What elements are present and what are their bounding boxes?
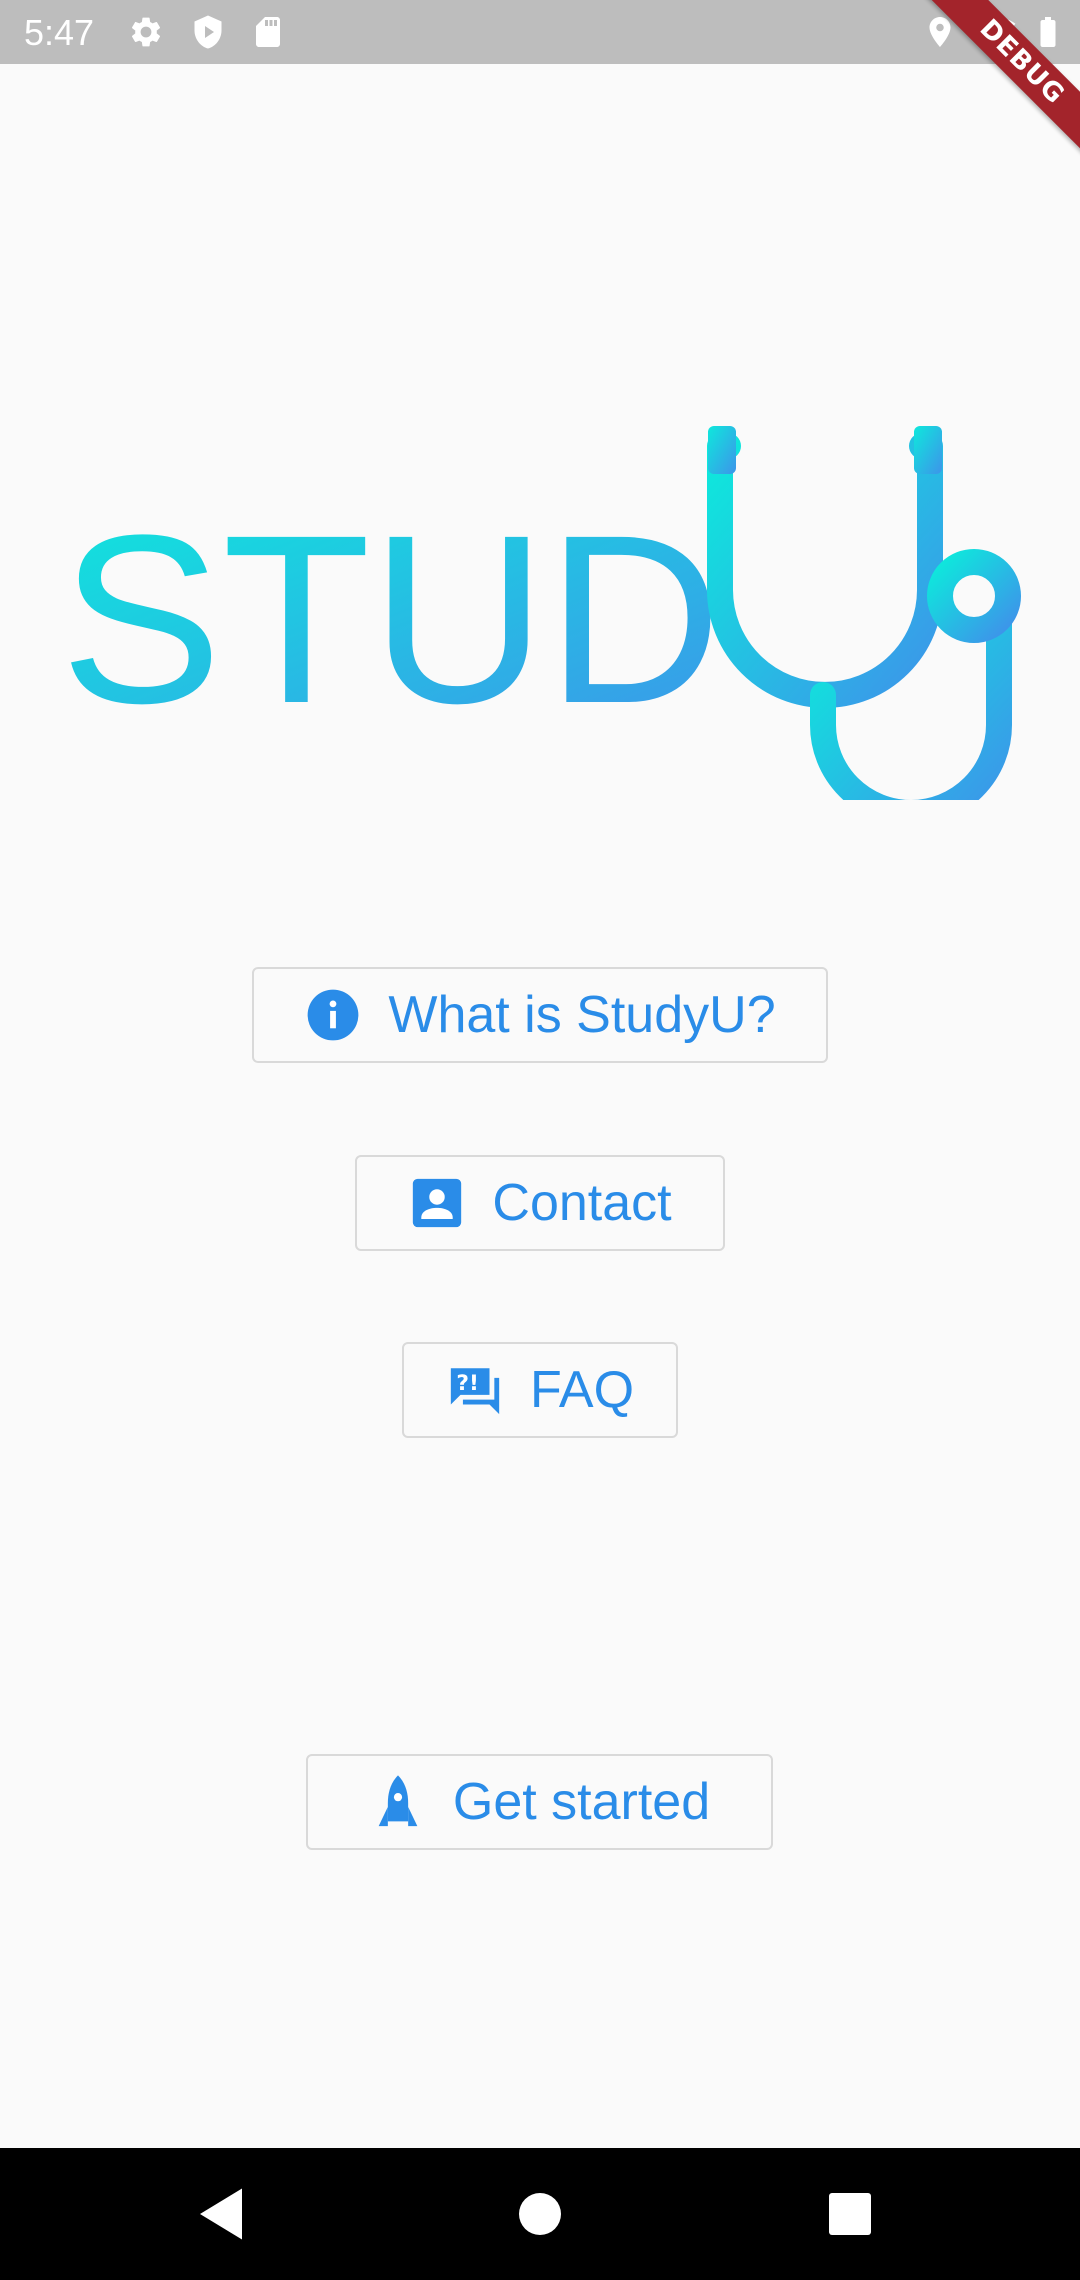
system-nav-bar xyxy=(0,2148,1080,2280)
what-is-studyu-label: What is StudyU? xyxy=(388,986,776,1044)
wifi-icon xyxy=(980,14,1016,50)
shield-play-icon xyxy=(190,14,226,50)
status-time: 5:47 xyxy=(24,12,95,53)
stethoscope-icon xyxy=(707,433,1021,800)
logo-text: STUD xyxy=(60,485,722,753)
location-icon xyxy=(922,14,958,50)
back-icon[interactable] xyxy=(188,2178,260,2250)
question-chat-icon: ?! xyxy=(446,1361,504,1419)
svg-text:?!: ?! xyxy=(456,1371,479,1396)
battery-icon xyxy=(1030,14,1066,50)
studyu-logo: STUD xyxy=(60,420,1040,800)
rocket-icon xyxy=(369,1773,427,1831)
home-icon[interactable] xyxy=(504,2178,576,2250)
status-bar: 5:47 xyxy=(0,0,1080,64)
faq-label: FAQ xyxy=(529,1361,635,1419)
app-screen: 5:47 DEBUG STUD What is StudyU? Contact … xyxy=(0,0,1080,2280)
get-started-button[interactable]: Get started xyxy=(306,1754,773,1850)
what-is-studyu-button[interactable]: What is StudyU? xyxy=(252,967,828,1063)
get-started-label: Get started xyxy=(452,1773,711,1831)
info-icon xyxy=(304,986,362,1044)
sd-card-icon xyxy=(250,14,286,50)
gear-icon xyxy=(128,14,164,50)
recents-icon[interactable] xyxy=(814,2178,886,2250)
contact-label: Contact xyxy=(492,1174,672,1232)
contact-button[interactable]: Contact xyxy=(355,1155,725,1251)
contact-card-icon xyxy=(408,1174,466,1232)
faq-button[interactable]: ?! FAQ xyxy=(402,1342,678,1438)
